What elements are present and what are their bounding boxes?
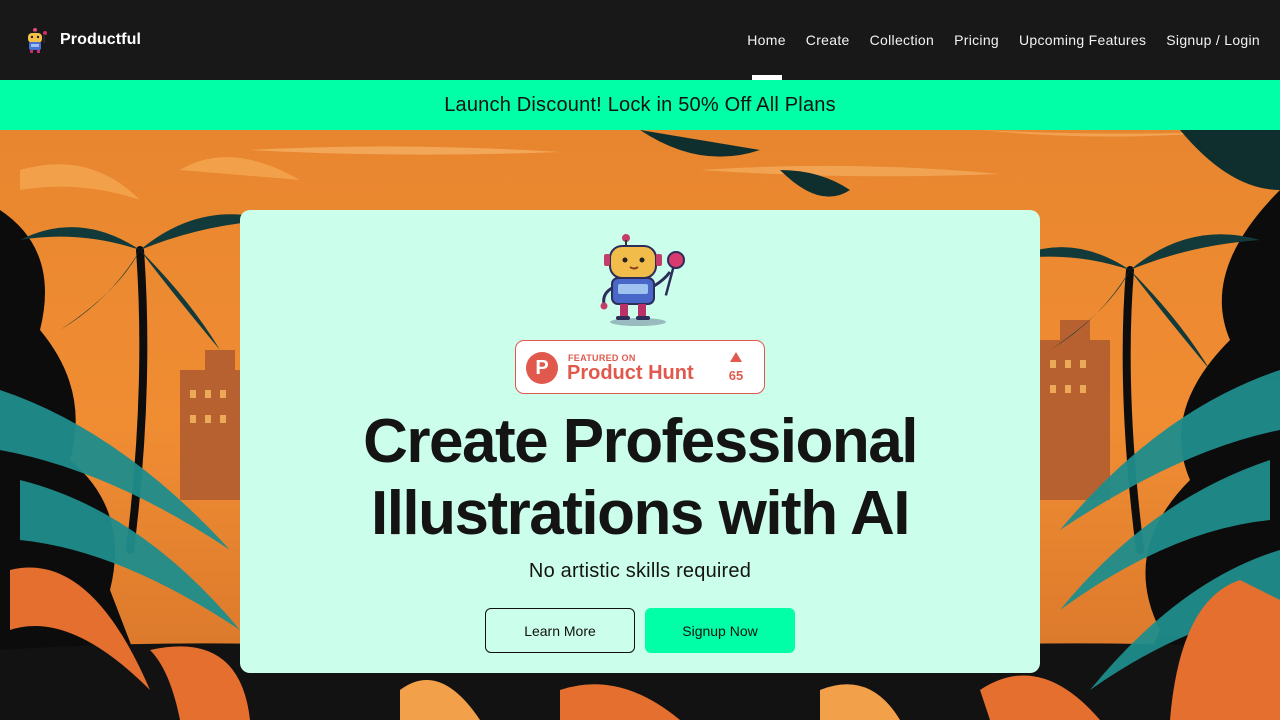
learn-more-button[interactable]: Learn More [485,608,635,653]
launch-discount-banner[interactable]: Launch Discount! Lock in 50% Off All Pla… [0,80,1280,130]
nav-upcoming-features[interactable]: Upcoming Features [1019,0,1146,80]
brand-name: Productful [60,31,141,48]
product-hunt-badge[interactable]: P FEATURED ON Product Hunt 65 [515,340,765,394]
nav-home[interactable]: Home [747,0,786,80]
signup-now-button[interactable]: Signup Now [645,608,795,653]
hero-headline-line2: Illustrations with AI [370,479,911,548]
product-hunt-name: Product Hunt [567,362,694,384]
hero-subheadline: No artistic skills required [528,560,752,582]
nav-pricing[interactable]: Pricing [954,0,999,80]
banner-text: Launch Discount! Lock in 50% Off All Pla… [444,93,836,116]
hero-headline-line1: Create Professional [363,407,918,476]
brand-home-link[interactable]: Productful [20,25,141,55]
nav-create[interactable]: Create [806,0,850,80]
nav-collection[interactable]: Collection [870,0,934,80]
robot-logo-icon [28,28,47,53]
robot-mascot-icon [600,234,685,326]
nav-signup-login[interactable]: Signup / Login [1166,0,1260,80]
hero-headline: Create Professional Illustrations with A… [300,406,980,550]
product-hunt-logo-icon: P [526,352,558,384]
main-nav: Home Create Collection Pricing Upcoming … [727,0,1260,80]
product-hunt-vote-count: 65 [728,368,744,383]
top-navbar: Productful Home Create Collection Pricin… [0,0,1280,80]
upvote-arrow-icon [730,352,742,362]
